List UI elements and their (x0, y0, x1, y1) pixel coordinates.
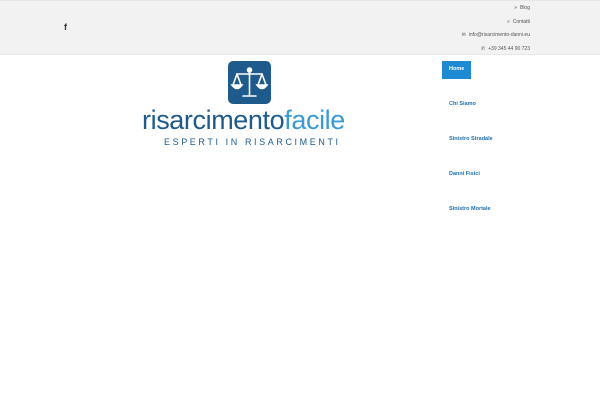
top-link-blog[interactable]: » Blog (462, 4, 530, 18)
logo-tagline: ESPERTI IN RISARCIMENTI (164, 137, 341, 147)
logo-word-part1: risarcimento (142, 105, 285, 135)
chevron-right-icon: » (506, 18, 510, 25)
scales-of-justice-icon (228, 61, 271, 104)
nav-item-danni-fisici[interactable]: Danni Fisici (442, 166, 552, 184)
chevron-right-icon: » (514, 5, 517, 11)
main-nav: Home Chi Siamo Sinistro Stradale Danni F… (442, 61, 552, 236)
envelope-icon: ✉ (461, 32, 466, 38)
top-links: » Blog » Contatti ✉ info@risarcimento-danni… (462, 4, 530, 58)
top-bar: f » Blog » Contatti ✉ info@risarcimento-dan… (0, 0, 600, 55)
nav-item-sinistro-mortale[interactable]: Sinistro Mortale (442, 201, 552, 219)
phone-icon: ✆ (480, 45, 486, 52)
top-link-contatti[interactable]: » Contatti (462, 18, 530, 32)
nav-item-sinistro-stradale[interactable]: Sinistro Stradale (442, 131, 552, 149)
phone-number: +39 345 44 90 723 (488, 45, 530, 52)
site-logo[interactable]: risarcimentofacile ESPERTI IN RISARCIMEN… (142, 61, 358, 151)
nav-item-home[interactable]: Home (442, 61, 471, 79)
top-link-label: Blog (519, 5, 530, 11)
facebook-icon[interactable]: f (64, 22, 67, 32)
logo-word-part2: facile (284, 105, 345, 135)
email-address: info@risarcimento-danni.eu (468, 32, 530, 38)
top-link-label: Contatti (512, 18, 530, 25)
nav-item-chi-siamo[interactable]: Chi Siamo (442, 96, 552, 114)
logo-wordmark: risarcimentofacile (142, 105, 345, 135)
top-link-email[interactable]: ✉ info@risarcimento-danni.eu (462, 31, 530, 45)
top-link-phone[interactable]: ✆ +39 345 44 90 723 (462, 45, 530, 59)
